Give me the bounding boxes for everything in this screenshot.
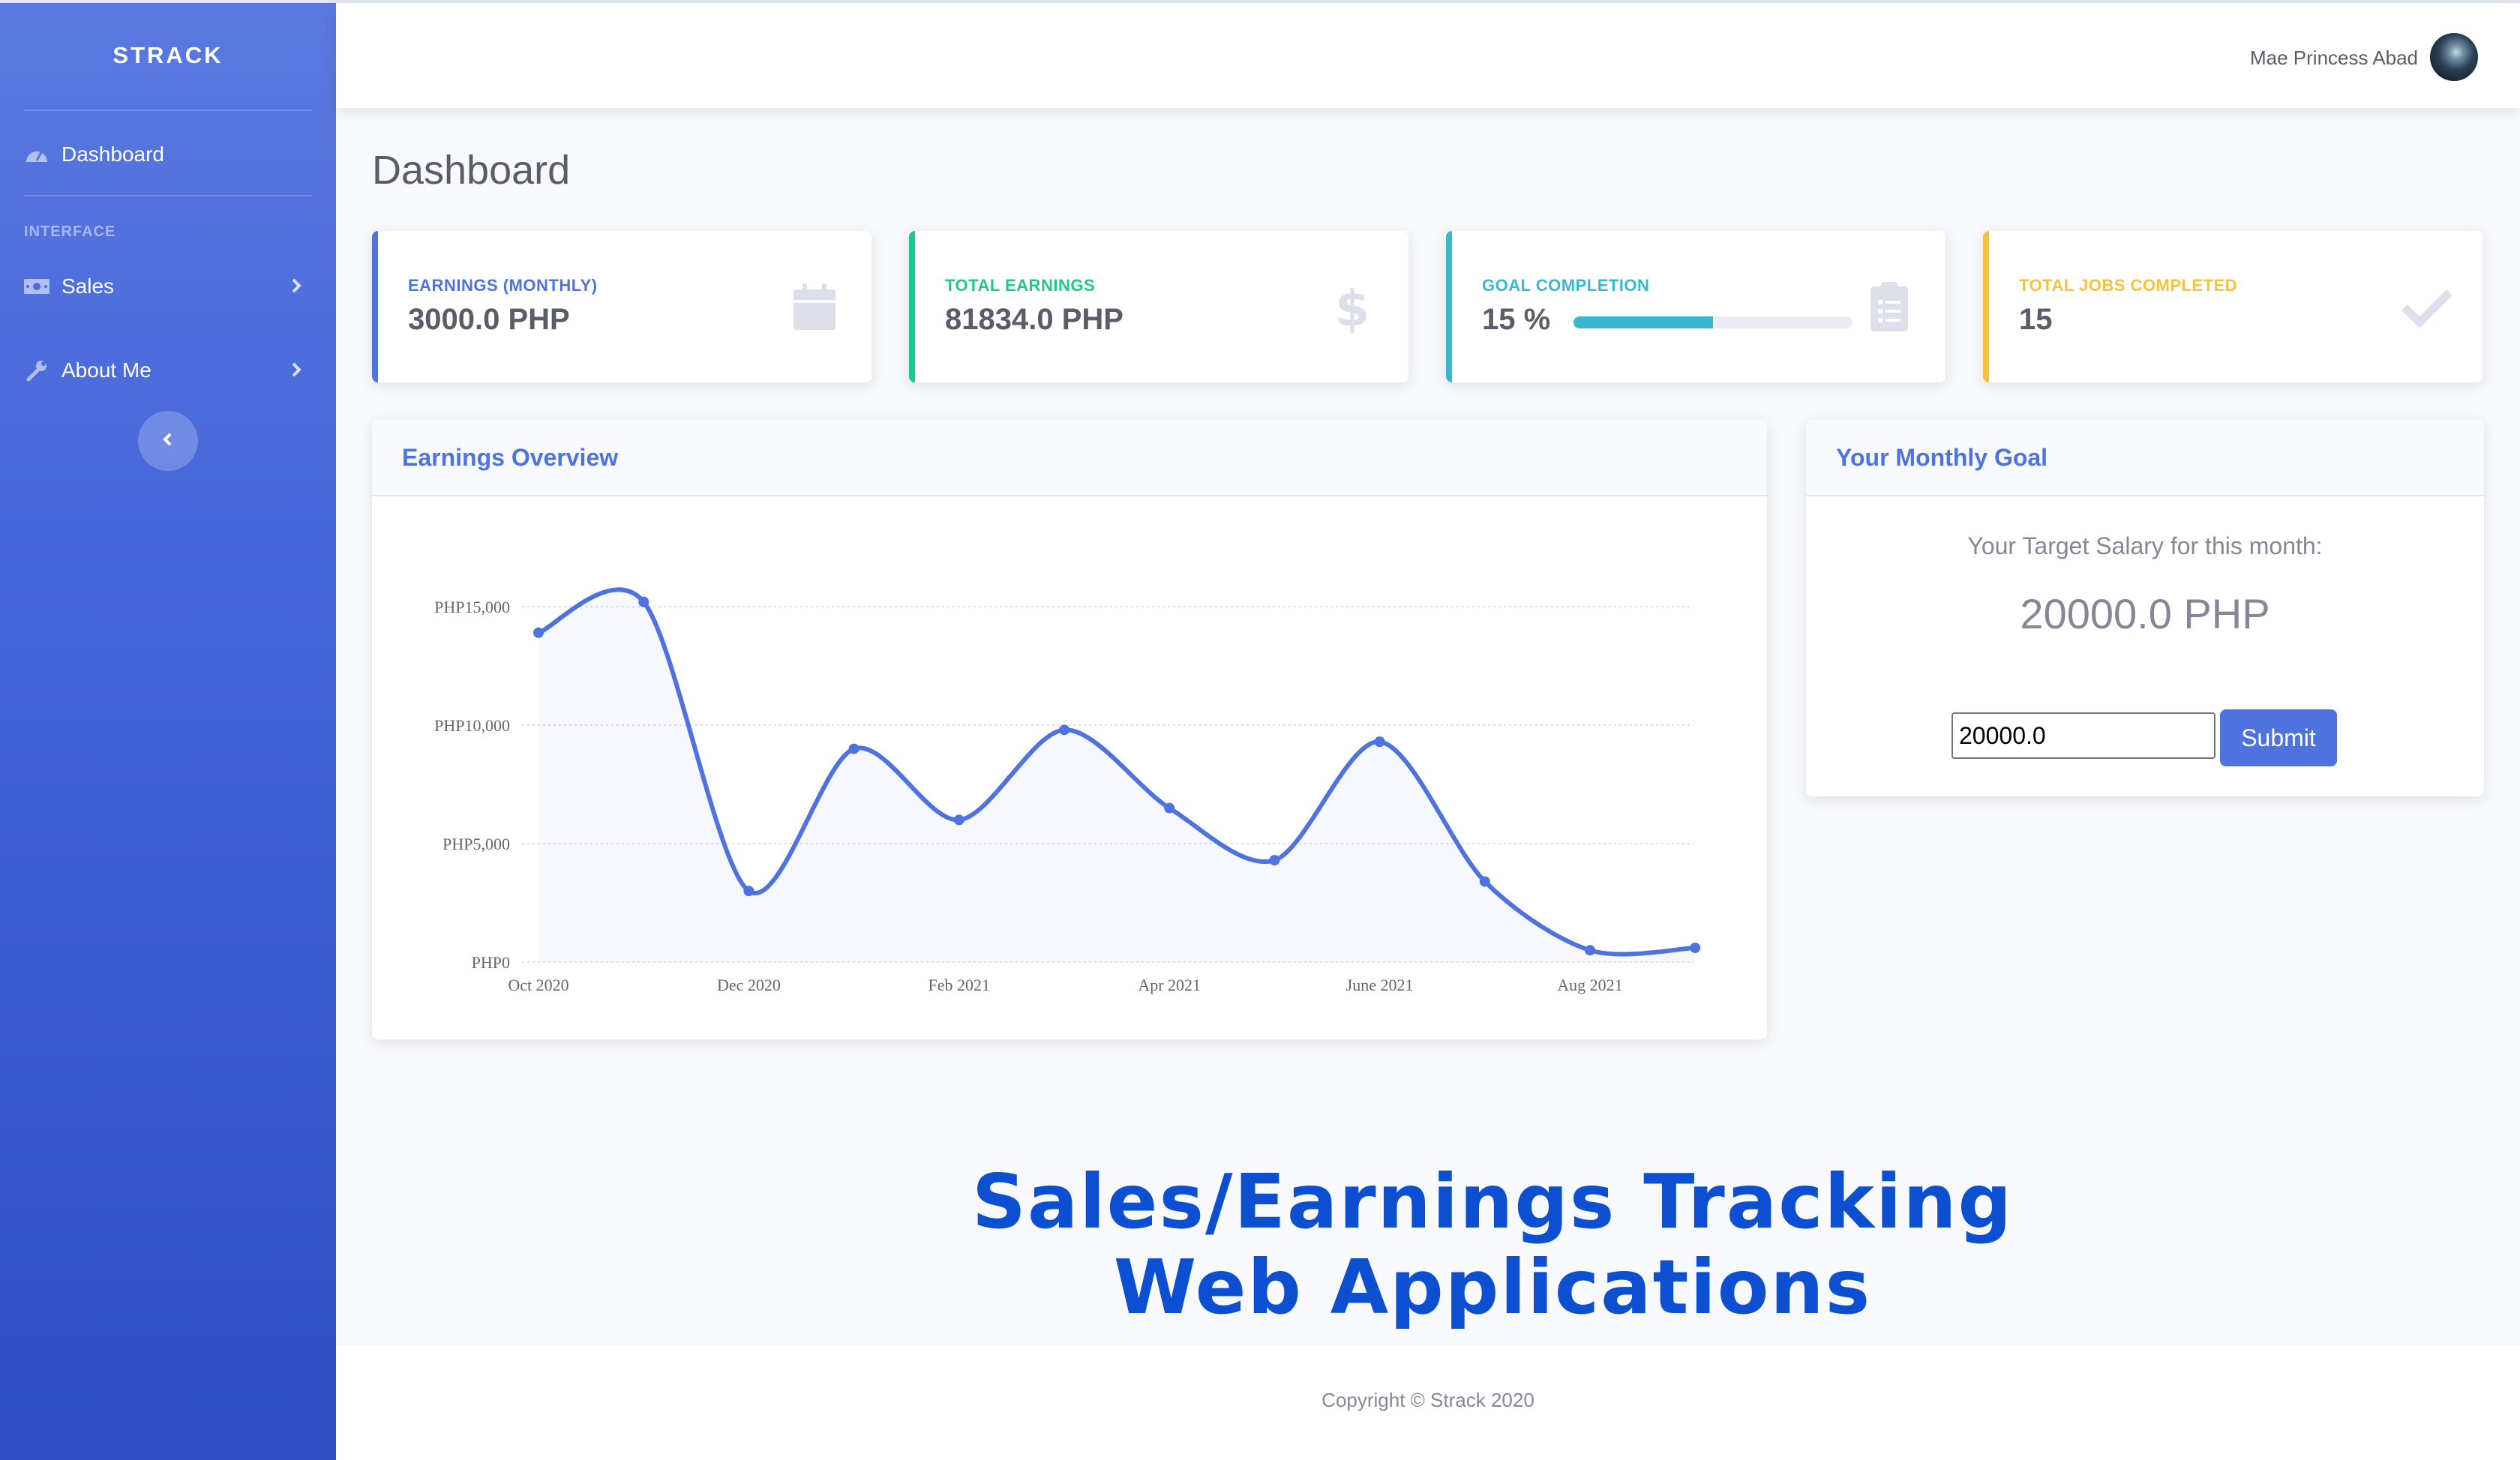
svg-text:$: $ xyxy=(1335,280,1370,333)
card-accent xyxy=(909,231,915,382)
stat-card-earnings-monthly: EARNINGS (MONTHLY) 3000.0 PHP xyxy=(372,231,872,382)
clipboard-list-icon xyxy=(1863,280,1916,333)
promo-caption: Sales/Earnings Tracking Web Applications xyxy=(825,1159,2160,1330)
sidebar: STRACK Dashboard INTERFACE Sales About M… xyxy=(0,3,336,1460)
stat-value: 81834.0 PHP xyxy=(945,303,1124,336)
stat-label: GOAL COMPLETION xyxy=(1482,276,1650,295)
card-header: Your Monthly Goal xyxy=(1806,420,2484,496)
goal-progress-fill xyxy=(1574,316,1713,328)
stat-value: 15 xyxy=(2019,303,2053,336)
chevron-left-icon xyxy=(159,430,177,452)
y-tick-label: PHP0 xyxy=(472,953,510,972)
page-title: Dashboard xyxy=(372,148,571,193)
y-tick-label: PHP5,000 xyxy=(442,835,510,853)
stat-card-total-earnings: TOTAL EARNINGS 81834.0 PHP $ xyxy=(909,231,1408,382)
brand-logo[interactable]: STRACK xyxy=(0,42,336,69)
data-point xyxy=(1059,724,1070,736)
check-icon xyxy=(2400,280,2452,333)
card-header: Earnings Overview xyxy=(372,420,1767,496)
stat-label: TOTAL EARNINGS xyxy=(945,276,1096,295)
sidebar-item-dashboard[interactable]: Dashboard xyxy=(0,132,336,177)
earnings-overview-card: Earnings Overview PHP0 PHP5,000 PHP10,000 P… xyxy=(372,420,1767,1039)
y-tick-label: PHP15,000 xyxy=(434,598,510,616)
chevron-right-icon xyxy=(285,358,308,381)
x-tick-label: Aug 2021 xyxy=(1557,976,1622,994)
data-point xyxy=(1690,943,1701,954)
stat-card-jobs-completed: TOTAL JOBS COMPLETED 15 xyxy=(1983,231,2482,382)
tachometer-icon xyxy=(24,142,50,167)
stat-value: 3000.0 PHP xyxy=(408,303,570,336)
card-accent xyxy=(1983,231,1989,382)
submit-button[interactable]: Submit xyxy=(2220,709,2337,766)
card-title: Your Monthly Goal xyxy=(1836,444,2048,471)
x-tick-label: Feb 2021 xyxy=(928,976,991,994)
sidebar-item-label: Sales xyxy=(62,274,115,298)
data-point xyxy=(743,886,754,897)
data-point xyxy=(533,627,544,638)
chevron-right-icon xyxy=(285,274,308,297)
sidebar-toggle-button[interactable] xyxy=(138,411,198,471)
data-point xyxy=(1374,736,1385,748)
x-tick-label: Apr 2021 xyxy=(1138,976,1201,994)
series-area xyxy=(538,589,1696,962)
stat-value: 15 % xyxy=(1482,303,1551,336)
earnings-line-chart[interactable]: PHP0 PHP5,000 PHP10,000 PHP15,000 PHP20,000 O… xyxy=(372,496,1767,1039)
stat-card-goal-completion: GOAL COMPLETION 15 % xyxy=(1446,231,1946,382)
sidebar-item-about-me[interactable]: About Me xyxy=(0,348,336,393)
goal-description: Your Target Salary for this month: xyxy=(1967,532,2323,559)
goal-input[interactable] xyxy=(1952,712,2216,759)
sidebar-heading: INTERFACE xyxy=(24,223,116,240)
sidebar-divider xyxy=(24,109,312,111)
goal-value: 20000.0 PHP xyxy=(2020,590,2270,637)
y-tick-label: PHP10,000 xyxy=(434,716,510,735)
footer: Copyright © Strack 2020 xyxy=(336,1345,2520,1460)
promo-caption-line: Web Applications xyxy=(1113,1243,1872,1331)
y-tick-label: PHP20,000 xyxy=(434,496,510,498)
data-point xyxy=(1269,855,1280,866)
stat-label: EARNINGS (MONTHLY) xyxy=(408,276,598,295)
calendar-icon xyxy=(789,280,842,333)
sidebar-item-sales[interactable]: Sales xyxy=(0,264,336,309)
data-point xyxy=(638,596,650,607)
data-point xyxy=(1585,945,1595,956)
dollar-icon: $ xyxy=(1326,280,1378,337)
user-name[interactable]: Mae Princess Abad xyxy=(2250,46,2418,70)
card-accent xyxy=(1446,231,1452,382)
data-point xyxy=(953,814,964,826)
card-accent xyxy=(372,231,378,382)
money-icon xyxy=(24,274,50,299)
x-tick-label: Dec 2020 xyxy=(717,976,781,994)
sidebar-item-label: About Me xyxy=(62,358,152,382)
topbar: Mae Princess Abad xyxy=(336,3,2520,108)
card-title: Earnings Overview xyxy=(402,444,619,471)
data-point xyxy=(848,743,860,754)
data-point xyxy=(1479,876,1490,887)
data-point xyxy=(1164,802,1175,814)
stat-label: TOTAL JOBS COMPLETED xyxy=(2019,276,2238,295)
wrench-icon xyxy=(24,358,50,383)
copyright-text: Copyright © Strack 2020 xyxy=(1322,1389,1534,1411)
x-tick-label: June 2021 xyxy=(1346,976,1414,994)
monthly-goal-card: Your Monthly Goal Your Target Salary for… xyxy=(1806,420,2484,796)
avatar[interactable] xyxy=(2430,33,2478,81)
x-tick-label: Oct 2020 xyxy=(508,976,568,994)
sidebar-divider xyxy=(24,195,312,196)
sidebar-item-label: Dashboard xyxy=(62,142,164,166)
promo-caption-line: Sales/Earnings Tracking xyxy=(971,1158,2014,1246)
goal-progress-bar xyxy=(1574,316,1852,328)
